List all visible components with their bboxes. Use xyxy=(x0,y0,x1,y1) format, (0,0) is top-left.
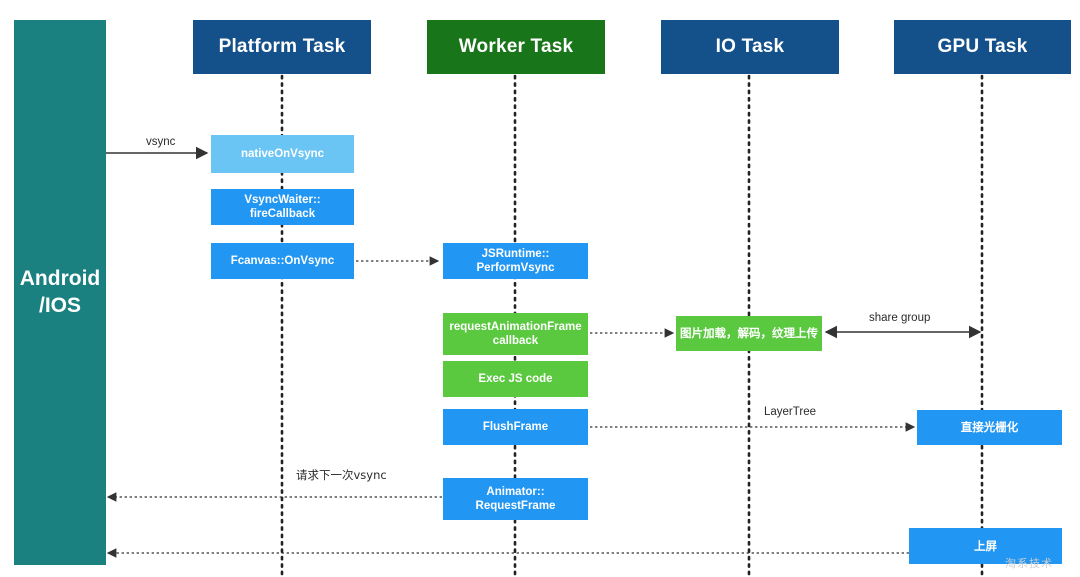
lane-header-label: Worker Task xyxy=(458,36,574,58)
lane-header-label: Platform Task xyxy=(218,36,346,58)
step-vsync-waiter-fire-callback: VsyncWaiter:: fireCallback xyxy=(211,189,354,225)
platform-panel-line1: Android xyxy=(19,267,101,291)
watermark: 淘系技术 xyxy=(1005,557,1053,570)
diagram-canvas: Android /IOS Platform Task Worker Task I… xyxy=(0,0,1080,577)
step-request-animation-frame-callback: requestAnimationFrame callback xyxy=(443,313,588,355)
lane-header-platform-task: Platform Task xyxy=(193,20,371,74)
step-image-load-decode-upload: 图片加载，解码，纹理上传 xyxy=(676,316,822,351)
step-native-on-vsync: nativeOnVsync xyxy=(211,135,354,173)
lane-header-label: IO Task xyxy=(715,36,785,58)
step-label: Animator:: RequestFrame xyxy=(475,485,556,512)
edge-label-layer-tree: LayerTree xyxy=(764,406,816,418)
step-label: 直接光栅化 xyxy=(960,420,1019,435)
step-flush-frame: FlushFrame xyxy=(443,409,588,445)
edge-label-request-next-vsync: 请求下一次vsync xyxy=(296,468,387,482)
edge-label-vsync: vsync xyxy=(146,136,176,148)
step-direct-rasterize: 直接光栅化 xyxy=(917,410,1062,445)
step-jsruntime-perform-vsync: JSRuntime:: PerformVsync xyxy=(443,243,588,279)
edge-label-share-group: share group xyxy=(869,312,931,324)
step-label: 图片加载，解码，纹理上传 xyxy=(680,326,818,341)
step-label: nativeOnVsync xyxy=(240,147,325,160)
step-exec-js-code: Exec JS code xyxy=(443,361,588,397)
step-label: JSRuntime:: PerformVsync xyxy=(476,247,555,274)
platform-panel-line2: /IOS xyxy=(38,293,81,317)
step-label: FlushFrame xyxy=(482,420,549,433)
lane-header-gpu-task: GPU Task xyxy=(894,20,1071,74)
step-label: 上屏 xyxy=(974,538,997,553)
lane-header-io-task: IO Task xyxy=(661,20,839,74)
step-label: VsyncWaiter:: fireCallback xyxy=(244,193,321,220)
lane-header-worker-task: Worker Task xyxy=(427,20,605,74)
step-animator-request-frame: Animator:: RequestFrame xyxy=(443,478,588,520)
step-label: Fcanvas::OnVsync xyxy=(230,254,335,267)
platform-panel: Android /IOS xyxy=(14,20,106,565)
step-label: Exec JS code xyxy=(478,372,553,385)
lane-header-label: GPU Task xyxy=(937,36,1028,58)
step-fcanvas-on-vsync: Fcanvas::OnVsync xyxy=(211,243,354,279)
step-label: requestAnimationFrame callback xyxy=(449,320,582,347)
